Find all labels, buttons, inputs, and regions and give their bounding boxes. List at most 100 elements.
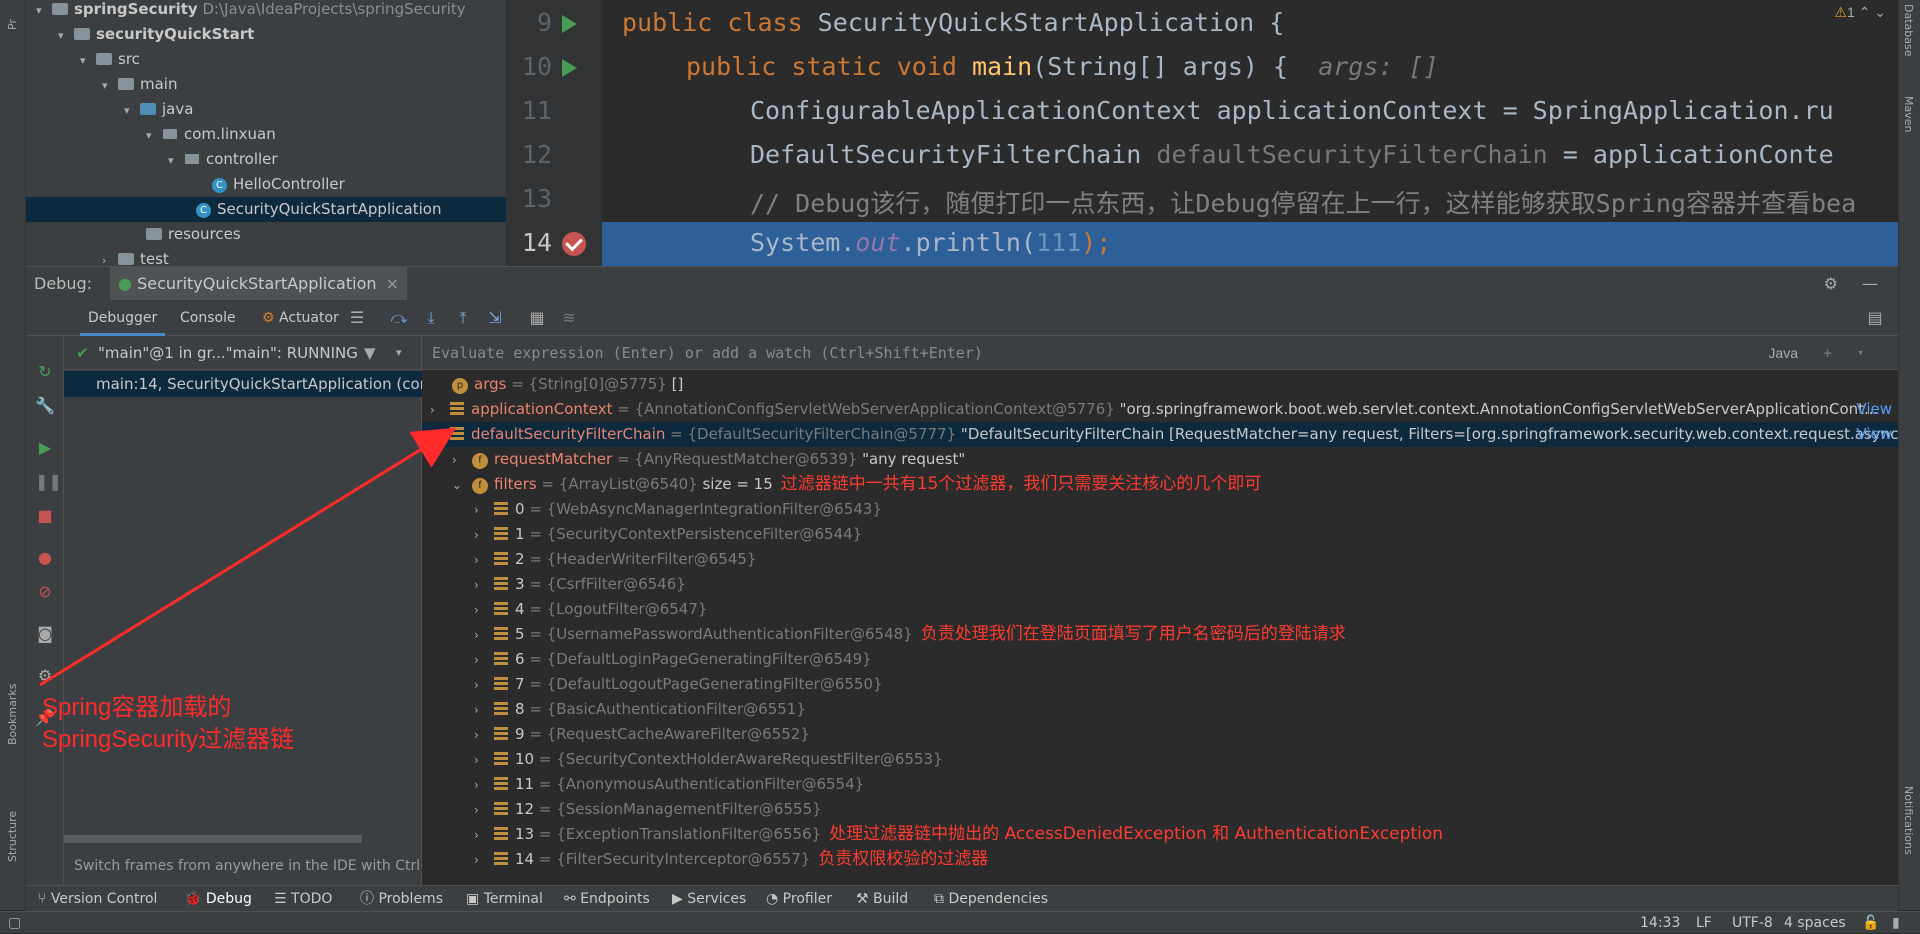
filter-icon[interactable]: ▼ xyxy=(364,336,376,370)
debug-tool[interactable]: 🐞 Debug xyxy=(184,886,252,912)
filter-item-row[interactable]: › 12 = {SessionManagementFilter@6555} xyxy=(474,797,830,822)
chevron-right-icon[interactable]: › xyxy=(474,823,488,848)
trace-stream-icon[interactable]: ≋ xyxy=(560,309,578,327)
chevron-right-icon[interactable]: › xyxy=(430,398,444,423)
modify-config-icon[interactable]: 🔧 xyxy=(35,396,55,416)
maven-tool-label[interactable]: Maven xyxy=(1902,96,1915,132)
view-breakpoints-icon[interactable]: ● xyxy=(35,548,55,568)
chevron-down-icon[interactable]: ⌄ xyxy=(452,473,466,498)
minimize-icon[interactable]: — xyxy=(1862,267,1878,301)
filter-item-row[interactable]: › 13 = {ExceptionTranslationFilter@6556} 处… xyxy=(474,822,1443,847)
todo-tool[interactable]: ☰ TODO xyxy=(274,886,332,912)
evaluate-expression-icon[interactable]: ▦ xyxy=(528,309,546,327)
resume-icon[interactable]: ▶ xyxy=(35,438,55,458)
layout-menu-icon[interactable]: ☰ xyxy=(348,309,366,327)
step-out-icon[interactable]: ⤒ xyxy=(454,309,472,327)
stop-icon[interactable]: ■ xyxy=(35,506,55,526)
chevron-down-icon[interactable]: ⌄ xyxy=(1874,4,1886,20)
chevron-right-icon[interactable]: › xyxy=(474,798,488,823)
tree-item-securityquickstartapplication[interactable]: C SecurityQuickStartApplication xyxy=(26,197,506,222)
filter-item-row[interactable]: › 10 = {SecurityContextHolderAwareRequest… xyxy=(474,747,951,772)
chevron-down-icon[interactable]: ▾ xyxy=(146,123,158,148)
memory-indicator-icon[interactable]: ▮ xyxy=(1892,912,1900,934)
line-separator[interactable]: LF xyxy=(1696,912,1712,934)
settings-icon[interactable]: ⚙ xyxy=(35,666,55,686)
project-tool-label[interactable]: Pr xyxy=(6,19,19,30)
problems-tool[interactable]: ⓘ Problems xyxy=(360,886,443,912)
chevron-right-icon[interactable]: › xyxy=(474,598,488,623)
view-link[interactable]: View xyxy=(1856,397,1892,422)
var-row-requestmatcher[interactable]: › f requestMatcher = {AnyRequestMatcher@65… xyxy=(452,447,965,472)
chevron-right-icon[interactable]: › xyxy=(474,573,488,598)
var-row-filters[interactable]: ⌄ f filters = {ArrayList@6540} size = 15 过滤… xyxy=(452,472,1261,497)
camera-icon[interactable]: ◙ xyxy=(35,624,55,644)
stack-frame[interactable]: main:14, SecurityQuickStartApplication (… xyxy=(64,371,422,397)
chevron-right-icon[interactable]: › xyxy=(474,648,488,673)
filter-item-row[interactable]: › 9 = {RequestCacheAwareFilter@6552} xyxy=(474,722,818,747)
profiler-tool[interactable]: ◔ Profiler xyxy=(766,886,832,912)
file-encoding[interactable]: UTF-8 xyxy=(1732,912,1773,934)
bookmarks-tool-label[interactable]: Bookmarks xyxy=(6,684,19,745)
tree-item-src[interactable]: ▾ src xyxy=(80,47,140,72)
code-editor[interactable]: 9 10 11 12 13 14 public class SecurityQu… xyxy=(506,0,1898,266)
endpoints-tool[interactable]: ⚯ Endpoints xyxy=(564,886,650,912)
chevron-down-icon[interactable]: ▾ xyxy=(80,48,92,73)
filter-item-row[interactable]: › 4 = {LogoutFilter@6547} xyxy=(474,597,715,622)
chevron-right-icon[interactable]: › xyxy=(474,773,488,798)
chevron-right-icon[interactable]: › xyxy=(452,448,466,473)
filter-item-row[interactable]: › 1 = {SecurityContextPersistenceFilter@6… xyxy=(474,522,870,547)
thread-selector[interactable]: ✔ "main"@1 in gr..."main": RUNNING ▼ ▾ xyxy=(64,336,422,370)
breakpoint-icon[interactable] xyxy=(562,232,586,256)
chevron-down-icon[interactable]: ⌄ xyxy=(430,423,444,448)
tab-debugger[interactable]: Debugger xyxy=(80,300,166,336)
filter-item-row[interactable]: › 11 = {AnonymousAuthenticationFilter@655… xyxy=(474,772,872,797)
caret-position[interactable]: 14:33 xyxy=(1640,912,1680,934)
chevron-right-icon[interactable]: › xyxy=(474,698,488,723)
mute-breakpoints-icon[interactable]: ⊘ xyxy=(35,582,55,602)
services-tool[interactable]: ▶ Services xyxy=(672,886,746,912)
tree-item-test[interactable]: › test xyxy=(102,247,169,266)
build-tool[interactable]: ⚒ Build xyxy=(856,886,908,912)
version-control-tool[interactable]: ⑂ Version Control xyxy=(38,886,157,912)
tree-item-resources[interactable]: resources xyxy=(146,222,241,247)
chevron-down-icon[interactable]: ▾ xyxy=(124,98,136,123)
tab-actuator[interactable]: ⚙ Actuator xyxy=(254,300,347,336)
filter-item-row[interactable]: › 7 = {DefaultLogoutPageGeneratingFilter@… xyxy=(474,672,891,697)
structure-tool-label[interactable]: Structure xyxy=(6,811,19,862)
filter-item-row[interactable]: › 0 = {WebAsyncManagerIntegrationFilter@6… xyxy=(474,497,890,522)
notifications-tool-label[interactable]: Notifications xyxy=(1902,786,1915,855)
database-tool-label[interactable]: Database xyxy=(1902,4,1915,57)
chevron-right-icon[interactable]: › xyxy=(474,723,488,748)
layout-toggle-icon[interactable]: ▢ xyxy=(8,912,21,934)
evaluate-expression-input[interactable]: Evaluate expression (Enter) or add a wat… xyxy=(422,336,1898,370)
chevron-down-icon[interactable]: ▾ xyxy=(396,336,402,370)
tab-console[interactable]: Console xyxy=(172,300,244,336)
language-selector[interactable]: Java xyxy=(1768,336,1798,370)
chevron-right-icon[interactable]: › xyxy=(474,548,488,573)
chevron-right-icon[interactable]: › xyxy=(474,673,488,698)
var-row-args[interactable]: p args = {String[0]@5775} [] xyxy=(452,372,683,397)
restore-layout-icon[interactable]: ▤ xyxy=(1866,309,1884,327)
chevron-down-icon[interactable]: ▾ xyxy=(102,73,114,98)
run-gutter-icon[interactable] xyxy=(562,15,577,33)
tree-item-hellocontroller[interactable]: C HelloController xyxy=(212,172,345,197)
debug-config-tab[interactable]: ● SecurityQuickStartApplication × xyxy=(110,267,407,301)
chevron-down-icon[interactable]: ▾ xyxy=(1857,336,1864,370)
step-into-icon[interactable]: ⤓ xyxy=(422,309,440,327)
tree-item-springsecurity[interactable]: ▾ springSecurity D:\Java\IdeaProjects\spr… xyxy=(36,0,466,22)
tree-item-controller[interactable]: ▾ controller xyxy=(168,147,278,172)
inspection-widget[interactable]: ⚠1 ⌃ ⌄ xyxy=(1834,4,1886,21)
var-row-applicationcontext[interactable]: › applicationContext = {AnnotationConfigS… xyxy=(430,397,1898,422)
chevron-right-icon[interactable]: › xyxy=(474,848,488,873)
tree-item-main[interactable]: ▾ main xyxy=(102,72,177,97)
tree-item-java[interactable]: ▾ java xyxy=(124,97,193,122)
tree-item-package[interactable]: ▾ com.linxuan xyxy=(146,122,276,147)
chevron-up-icon[interactable]: ⌃ xyxy=(1859,4,1871,20)
chevron-right-icon[interactable]: › xyxy=(102,248,114,266)
indent-setting[interactable]: 4 spaces xyxy=(1784,912,1846,934)
run-gutter-icon[interactable] xyxy=(562,59,577,77)
close-icon[interactable]: × xyxy=(386,274,399,293)
chevron-right-icon[interactable]: › xyxy=(474,498,488,523)
filter-item-row[interactable]: › 2 = {HeaderWriterFilter@6545} xyxy=(474,547,764,572)
filter-item-row[interactable]: › 14 = {FilterSecurityInterceptor@6557} 负责… xyxy=(474,847,988,872)
